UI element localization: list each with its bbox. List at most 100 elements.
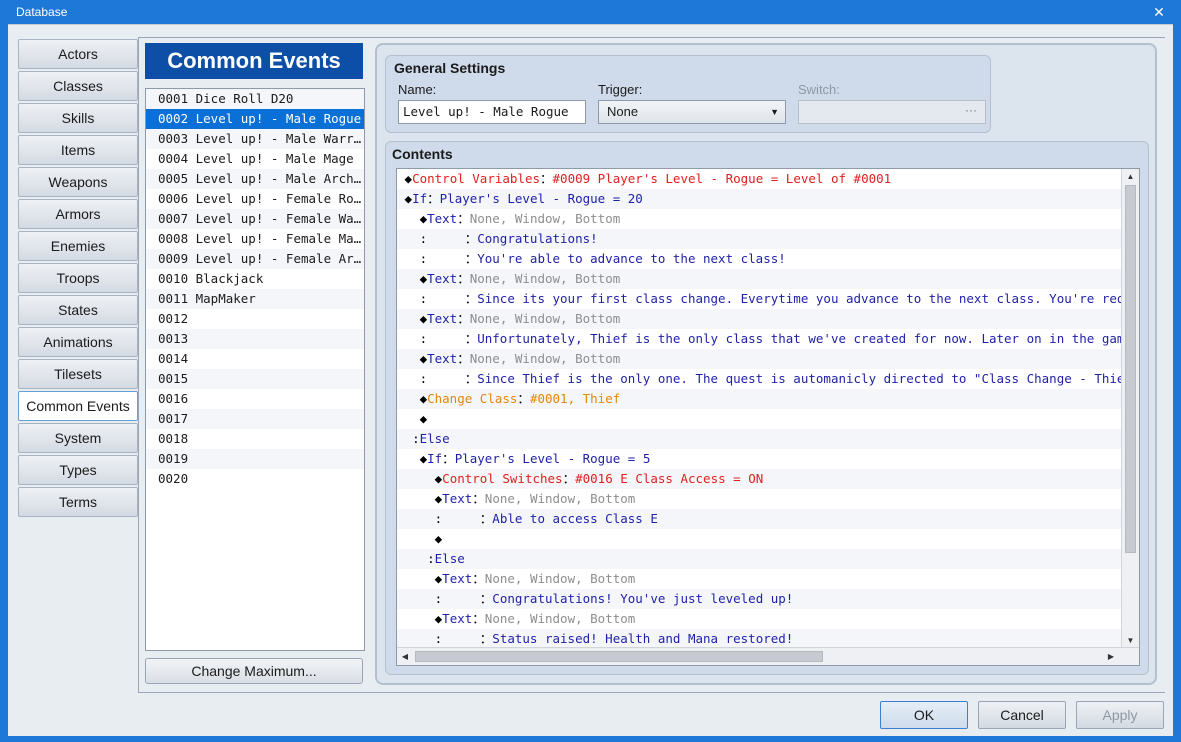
common-event-item[interactable]: 0017 bbox=[146, 409, 364, 429]
cancel-button[interactable]: Cancel bbox=[978, 701, 1066, 729]
command-bullet-icon: ◆ bbox=[404, 191, 413, 206]
event-command-row[interactable]: ◆Text：None, Window, Bottom bbox=[397, 349, 1121, 369]
category-common-events[interactable]: Common Events bbox=[18, 391, 138, 421]
category-weapons[interactable]: Weapons bbox=[18, 167, 138, 197]
scroll-left-icon[interactable]: ◀ bbox=[397, 648, 413, 665]
event-command-list[interactable]: ◆Control Variables：#0009 Player's Level … bbox=[396, 168, 1140, 666]
common-event-item[interactable]: 0020 bbox=[146, 469, 364, 489]
category-tilesets[interactable]: Tilesets bbox=[18, 359, 138, 389]
event-command-row[interactable]: ◆Text：None, Window, Bottom bbox=[397, 309, 1121, 329]
horizontal-scrollbar[interactable]: ◀ ▶ bbox=[397, 647, 1139, 665]
common-event-item[interactable]: 0019 bbox=[146, 449, 364, 469]
command-text: Text bbox=[427, 351, 458, 366]
event-command-row[interactable]: ◆Text：None, Window, Bottom bbox=[397, 269, 1121, 289]
category-classes[interactable]: Classes bbox=[18, 71, 138, 101]
event-command-row[interactable]: : ：You're able to advance to the next cl… bbox=[397, 249, 1121, 269]
event-command-row[interactable]: ◆Change Class：#0001, Thief bbox=[397, 389, 1121, 409]
command-text: ： bbox=[540, 171, 553, 186]
common-event-item[interactable]: 0012 bbox=[146, 309, 364, 329]
common-event-item[interactable]: 0010 Blackjack bbox=[146, 269, 364, 289]
command-text: : ： bbox=[419, 231, 478, 246]
common-event-item[interactable]: 0009 Level up! - Female Archer bbox=[146, 249, 364, 269]
command-text: If bbox=[412, 191, 428, 206]
event-command-row[interactable]: ◆Text：None, Window, Bottom bbox=[397, 569, 1121, 589]
event-command-row[interactable]: ◆Text：None, Window, Bottom bbox=[397, 489, 1121, 509]
event-command-row[interactable]: ◆If：Player's Level - Rogue = 20 bbox=[397, 189, 1121, 209]
command-text: ： bbox=[457, 271, 470, 286]
command-text: : bbox=[412, 431, 420, 446]
name-input[interactable]: Level up! - Male Rogue bbox=[398, 100, 586, 124]
category-system[interactable]: System bbox=[18, 423, 138, 453]
title-bar: Database ✕ bbox=[0, 0, 1181, 24]
command-text: Able to access Class E bbox=[492, 511, 658, 526]
common-event-item[interactable]: 0006 Level up! - Female Rogue bbox=[146, 189, 364, 209]
event-command-row[interactable]: : ：Since Thief is the only one. The ques… bbox=[397, 369, 1121, 389]
ok-button[interactable]: OK bbox=[880, 701, 968, 729]
category-actors[interactable]: Actors bbox=[18, 39, 138, 69]
category-states[interactable]: States bbox=[18, 295, 138, 325]
command-text: If bbox=[427, 451, 443, 466]
trigger-dropdown[interactable]: None ▼ bbox=[598, 100, 786, 124]
command-text: Text bbox=[442, 571, 473, 586]
close-button[interactable]: ✕ bbox=[1137, 0, 1181, 24]
event-command-row[interactable]: ◆Text：None, Window, Bottom bbox=[397, 209, 1121, 229]
event-command-row[interactable]: ◆Control Variables：#0009 Player's Level … bbox=[397, 169, 1121, 189]
event-command-row[interactable]: ◆If：Player's Level - Rogue = 5 bbox=[397, 449, 1121, 469]
common-event-item[interactable]: 0001 Dice Roll D20 bbox=[146, 89, 364, 109]
scroll-up-icon[interactable]: ▲ bbox=[1122, 169, 1139, 185]
common-event-item[interactable]: 0014 bbox=[146, 349, 364, 369]
horizontal-scroll-thumb[interactable] bbox=[415, 651, 823, 662]
apply-button[interactable]: Apply bbox=[1076, 701, 1164, 729]
event-command-row[interactable]: : ：Unfortunately, Thief is the only clas… bbox=[397, 329, 1121, 349]
switch-label: Switch: bbox=[798, 82, 840, 97]
command-text: #0016 E Class Access = ON bbox=[575, 471, 764, 486]
category-types[interactable]: Types bbox=[18, 455, 138, 485]
common-event-item[interactable]: 0016 bbox=[146, 389, 364, 409]
category-terms[interactable]: Terms bbox=[18, 487, 138, 517]
event-command-row[interactable]: : ：Status raised! Health and Mana restor… bbox=[397, 629, 1121, 649]
category-skills[interactable]: Skills bbox=[18, 103, 138, 133]
common-event-item[interactable]: 0002 Level up! - Male Rogue bbox=[146, 109, 364, 129]
event-command-row[interactable]: : ：Congratulations! bbox=[397, 229, 1121, 249]
common-event-item[interactable]: 0018 bbox=[146, 429, 364, 449]
command-text: : ： bbox=[419, 251, 478, 266]
vertical-scrollbar[interactable]: ▲ ▼ bbox=[1121, 169, 1139, 649]
common-event-item[interactable]: 0015 bbox=[146, 369, 364, 389]
event-command-row[interactable]: ◆ bbox=[397, 529, 1121, 549]
event-command-row[interactable]: ◆ bbox=[397, 409, 1121, 429]
event-command-row[interactable]: :Else bbox=[397, 429, 1121, 449]
event-command-row[interactable]: : ：Able to access Class E bbox=[397, 509, 1121, 529]
vertical-scroll-thumb[interactable] bbox=[1125, 185, 1136, 553]
event-command-row[interactable]: : ：Since its your first class change. Ev… bbox=[397, 289, 1121, 309]
common-event-item[interactable]: 0011 MapMaker bbox=[146, 289, 364, 309]
category-animations[interactable]: Animations bbox=[18, 327, 138, 357]
category-items[interactable]: Items bbox=[18, 135, 138, 165]
category-armors[interactable]: Armors bbox=[18, 199, 138, 229]
command-text: : ： bbox=[419, 371, 478, 386]
event-command-row[interactable]: ◆Control Switches：#0016 E Class Access =… bbox=[397, 469, 1121, 489]
common-event-item[interactable]: 0007 Level up! - Female Warr… bbox=[146, 209, 364, 229]
common-event-item[interactable]: 0013 bbox=[146, 329, 364, 349]
common-event-item[interactable]: 0005 Level up! - Male Archer bbox=[146, 169, 364, 189]
change-maximum-button[interactable]: Change Maximum... bbox=[145, 658, 363, 684]
command-text: #0009 Player's Level - Rogue = Level of … bbox=[552, 171, 892, 186]
command-text: ： bbox=[472, 611, 485, 626]
command-text: Control Variables bbox=[412, 171, 540, 186]
common-event-item[interactable]: 0008 Level up! - Female Mage bbox=[146, 229, 364, 249]
common-event-item[interactable]: 0004 Level up! - Male Mage bbox=[146, 149, 364, 169]
event-command-row[interactable]: : ：Congratulations! You've just leveled … bbox=[397, 589, 1121, 609]
category-troops[interactable]: Troops bbox=[18, 263, 138, 293]
category-enemies[interactable]: Enemies bbox=[18, 231, 138, 261]
event-command-row[interactable]: ◆Text：None, Window, Bottom bbox=[397, 609, 1121, 629]
client-area: Actors Classes Skills Items Weapons Armors Ene… bbox=[8, 24, 1173, 736]
common-events-list[interactable]: 0001 Dice Roll D20 0002 Level up! - Male … bbox=[145, 88, 365, 651]
event-command-row[interactable]: :Else bbox=[397, 549, 1121, 569]
command-text: You're able to advance to the next class… bbox=[477, 251, 786, 266]
common-event-item[interactable]: 0003 Level up! - Male Warrior bbox=[146, 129, 364, 149]
scroll-right-icon[interactable]: ▶ bbox=[1103, 648, 1119, 665]
command-text: None, Window, Bottom bbox=[469, 351, 621, 366]
